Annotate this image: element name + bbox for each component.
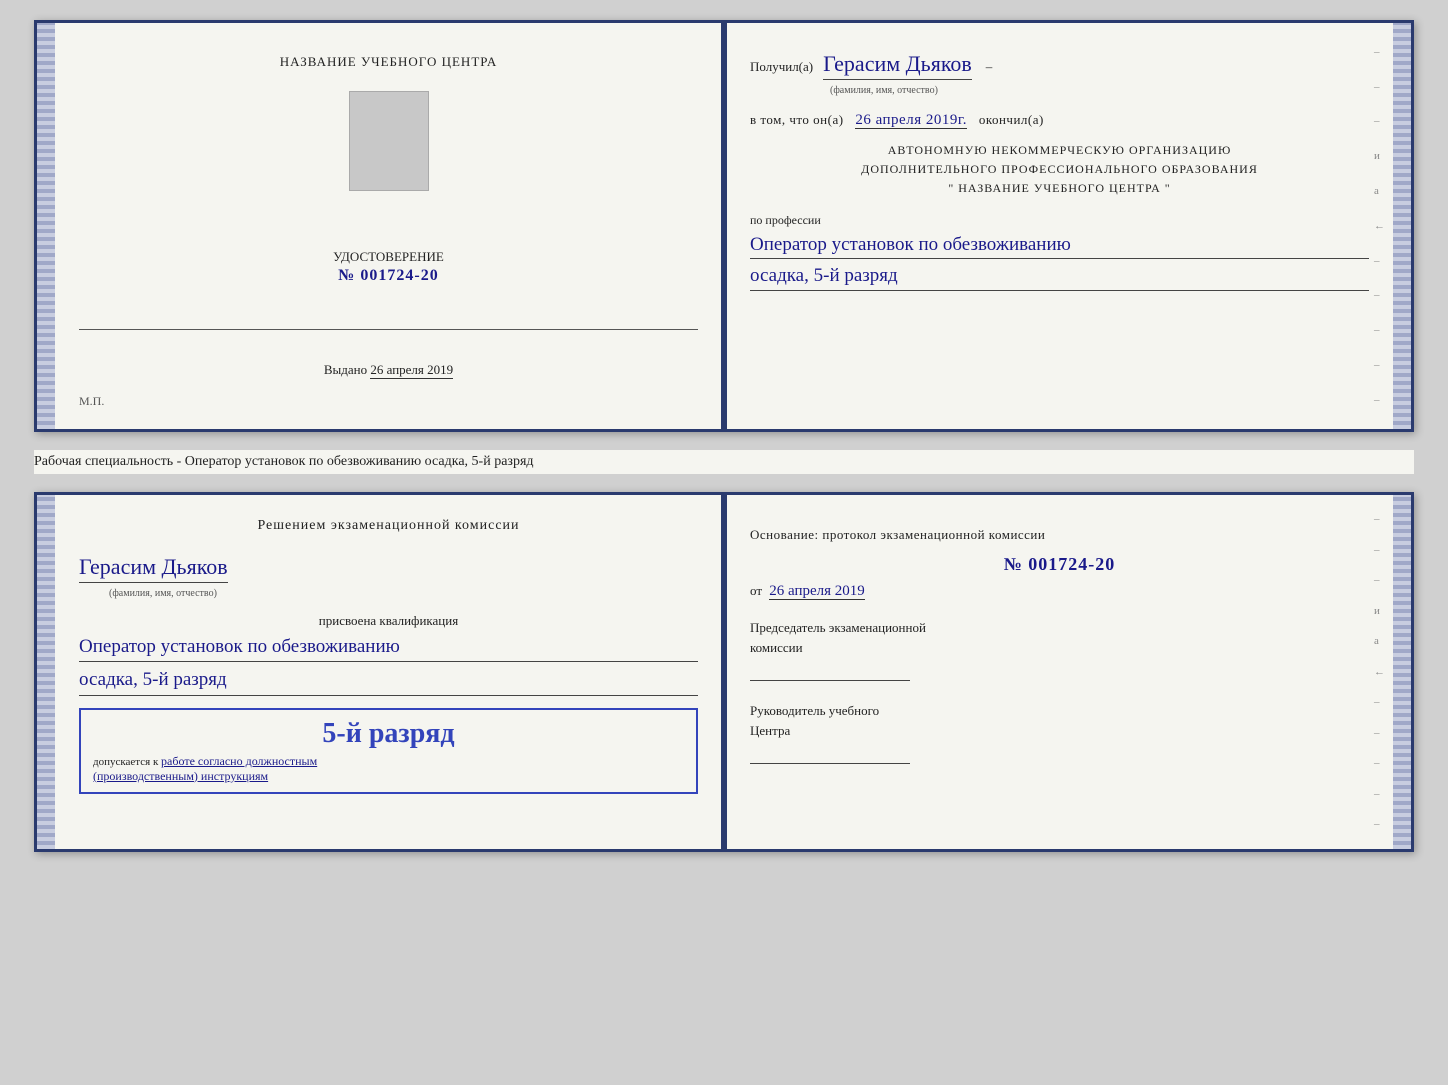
photo-area (349, 91, 429, 191)
specialty-label: Рабочая специальность - Оператор установ… (34, 450, 1414, 474)
in-that-prefix: в том, что он(а) (750, 112, 844, 127)
exam-name-sublabel: (фамилия, имя, отчество) (109, 588, 217, 599)
received-prefix: Получил(а) (750, 59, 813, 74)
recipient-name: Герасим Дьяков (823, 51, 972, 80)
name-sublabel: (фамилия, имя, отчество) (830, 85, 938, 96)
protocol-number: № 001724-20 (750, 554, 1369, 575)
completion-label: окончил(а) (979, 112, 1044, 127)
director-block: Руководитель учебного Центра (750, 701, 1369, 764)
profession-label: по профессии (750, 213, 1369, 228)
chairman-block: Председатель экзаменационной комиссии (750, 618, 1369, 681)
date-prefix: от (750, 583, 762, 598)
qualification-line2: осадка, 5-й разряд (79, 666, 698, 696)
cert-number: № 001724-20 (333, 267, 444, 285)
completion-date: 26 апреля 2019г. (855, 112, 967, 129)
profession-line2: осадка, 5-й разряд (750, 263, 1369, 291)
profession-line1: Оператор установок по обезвоживанию (750, 232, 1369, 260)
rank-allowed: допускается к работе согласно должностны… (93, 754, 684, 784)
director-signature-line (750, 742, 910, 764)
org-description: АВТОНОМНУЮ НЕКОММЕРЧЕСКУЮ ОРГАНИЗАЦИЮ ДО… (750, 141, 1369, 199)
basis-label: Основание: протокол экзаменационной коми… (750, 525, 1369, 545)
chairman-signature-line (750, 659, 910, 681)
rank-big-text: 5-й разряд (93, 718, 684, 750)
center-name-left: НАЗВАНИЕ УЧЕБНОГО ЦЕНТРА (280, 53, 497, 71)
cert-label: УДОСТОВЕРЕНИЕ (333, 247, 444, 267)
protocol-date: 26 апреля 2019 (769, 583, 865, 600)
exam-recipient-name: Герасим Дьяков (79, 554, 228, 583)
issued-date: 26 апреля 2019 (370, 362, 453, 379)
stamp-label: М.П. (79, 394, 104, 409)
qualification-line1: Оператор установок по обезвоживанию (79, 633, 698, 663)
rank-box: 5-й разряд допускается к работе согласно… (79, 708, 698, 794)
assigned-label: присвоена квалификация (79, 613, 698, 629)
issued-label: Выдано (324, 362, 367, 377)
decision-title: Решением экзаменационной комиссии (79, 515, 698, 536)
